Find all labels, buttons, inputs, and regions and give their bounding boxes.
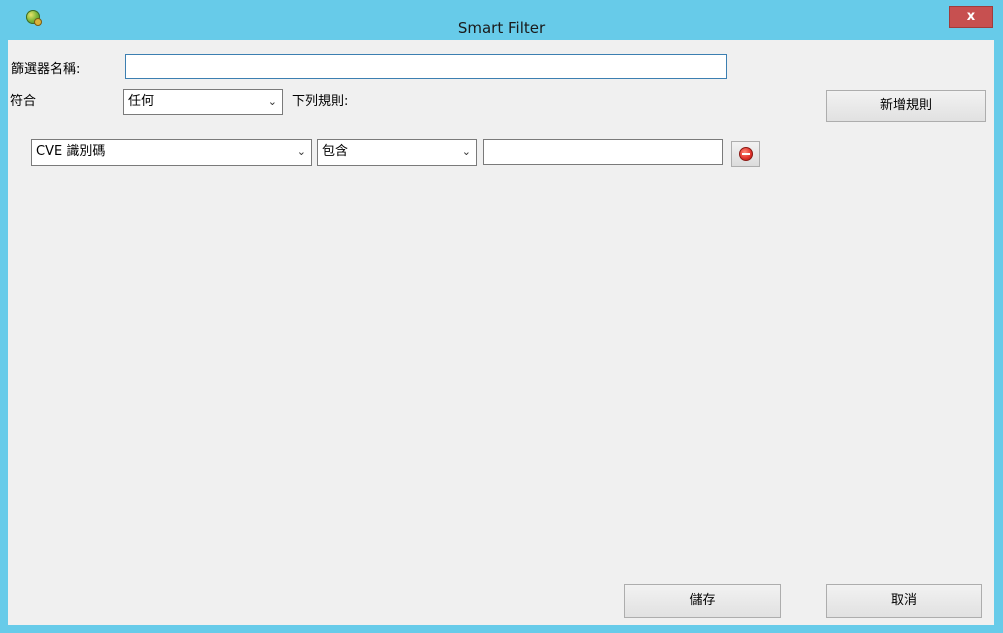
cancel-button[interactable]: 取消 bbox=[826, 584, 982, 618]
chevron-down-icon: ⌄ bbox=[267, 95, 277, 108]
remove-circle-icon bbox=[739, 147, 753, 161]
filter-name-label: 篩選器名稱: bbox=[11, 62, 81, 77]
dialog-client-area: 篩選器名稱: 符合 任何 ⌄ 下列規則: 新增規則 CVE 識別碼 ⌄ 包含 ⌄… bbox=[8, 40, 994, 625]
match-select-value: 任何 bbox=[128, 94, 155, 109]
chevron-down-icon: ⌄ bbox=[461, 145, 471, 158]
add-rule-button[interactable]: 新增規則 bbox=[826, 90, 986, 122]
remove-rule-button[interactable] bbox=[731, 141, 760, 167]
smart-filter-window: Smart Filter x 篩選器名稱: 符合 任何 ⌄ 下列規則: 新增規則… bbox=[0, 0, 1003, 633]
match-select[interactable]: 任何 ⌄ bbox=[123, 89, 283, 115]
chevron-down-icon: ⌄ bbox=[296, 145, 306, 158]
window-title: Smart Filter bbox=[457, 19, 546, 37]
close-icon: x bbox=[966, 9, 976, 24]
close-button[interactable]: x bbox=[949, 6, 993, 28]
rule-field-value: CVE 識別碼 bbox=[36, 144, 106, 159]
rule-value-input[interactable] bbox=[483, 139, 723, 165]
match-label: 符合 bbox=[10, 94, 37, 109]
rule-operator-value: 包含 bbox=[322, 144, 349, 159]
title-bar[interactable]: Smart Filter x bbox=[0, 0, 1003, 37]
rule-field-select[interactable]: CVE 識別碼 ⌄ bbox=[31, 139, 312, 166]
filter-name-input[interactable] bbox=[125, 54, 727, 79]
save-button[interactable]: 儲存 bbox=[624, 584, 781, 618]
rules-suffix-label: 下列規則: bbox=[292, 94, 349, 109]
rule-operator-select[interactable]: 包含 ⌄ bbox=[317, 139, 477, 166]
